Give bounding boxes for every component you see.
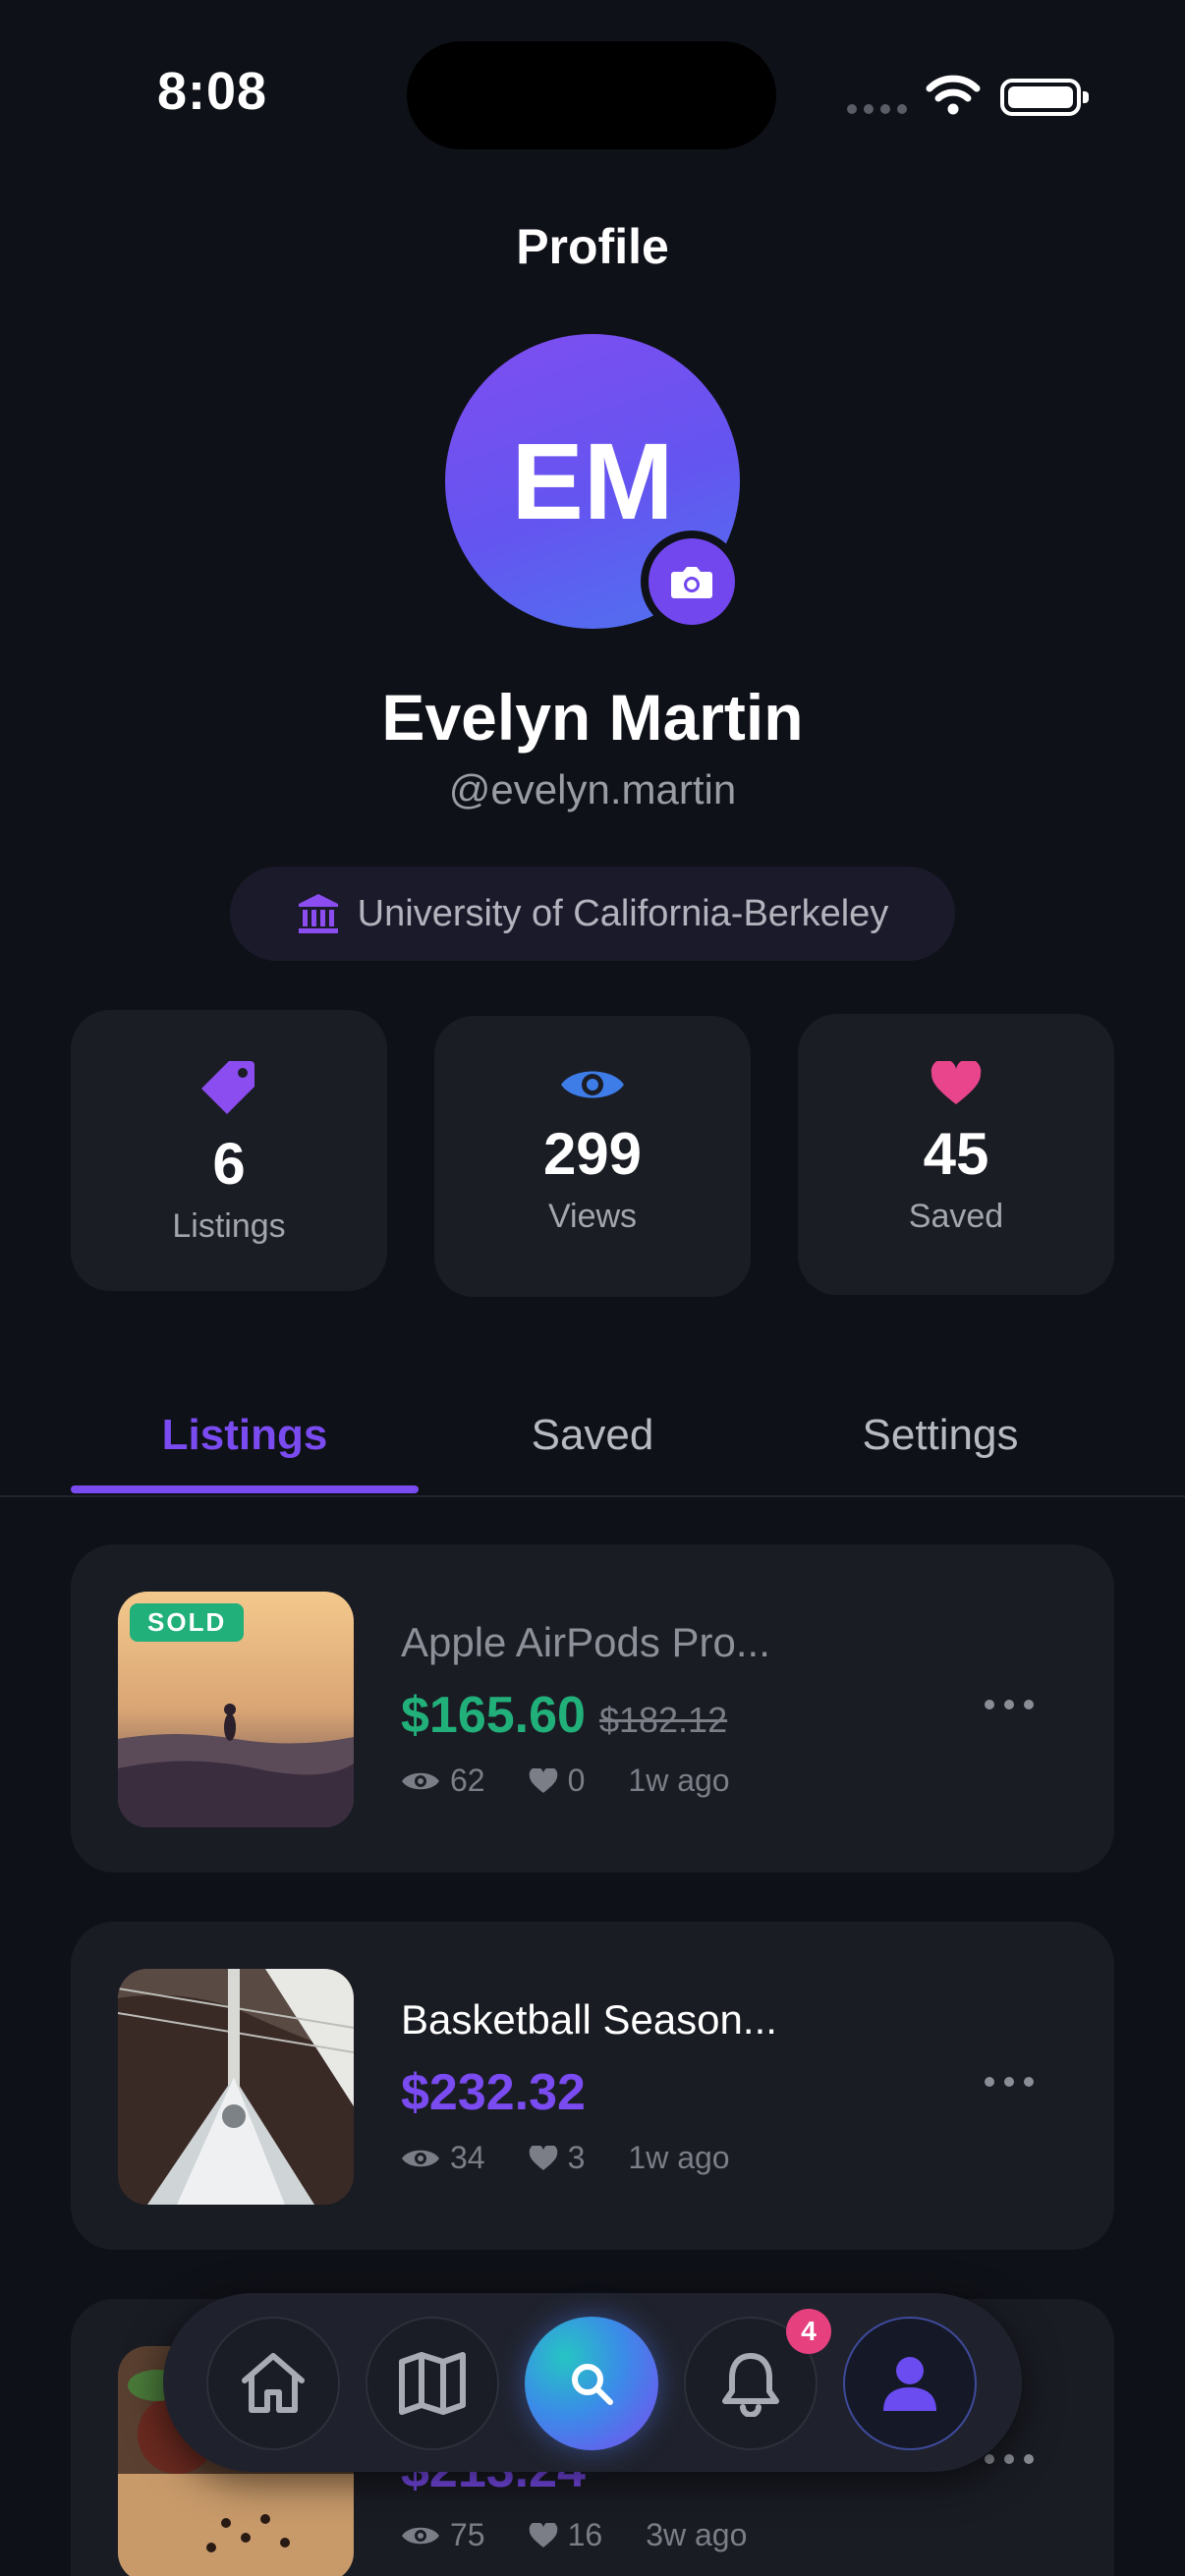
stat-card-views[interactable]: 299 Views <box>434 1016 751 1297</box>
notification-badge: 4 <box>786 2309 831 2354</box>
stat-label: Saved <box>908 1198 1004 1235</box>
stat-card-listings[interactable]: 6 Listings <box>71 1010 387 1291</box>
camera-icon <box>671 567 712 598</box>
eye-icon <box>402 1772 439 1789</box>
sold-badge: SOLD <box>130 1603 245 1642</box>
home-icon <box>242 2353 305 2413</box>
tab-saved[interactable]: Saved <box>419 1411 766 1460</box>
map-icon <box>399 2352 466 2415</box>
heart-icon <box>529 1767 557 1793</box>
page-title: Profile <box>516 219 669 274</box>
listing-card[interactable]: SOLD Apple AirPods Pro... $165.60 $182.12… <box>71 1544 1114 1873</box>
like-count: 0 <box>567 1763 586 1798</box>
dynamic-island <box>407 41 776 149</box>
listing-age: 1w ago <box>628 1763 730 1798</box>
view-count: 75 <box>450 2517 485 2552</box>
tab-listings[interactable]: Listings <box>71 1411 419 1460</box>
view-count: 62 <box>450 1763 485 1798</box>
listing-age: 1w ago <box>628 2140 730 2175</box>
tab-divider <box>0 1495 1185 1497</box>
wifi-icon <box>926 75 981 115</box>
stat-label: Listings <box>172 1207 286 1245</box>
stat-value: 45 <box>923 1121 989 1187</box>
nav-map-button[interactable] <box>366 2317 499 2450</box>
tab-settings[interactable]: Settings <box>766 1411 1114 1460</box>
listing-price-row: $165.60 $182.12 <box>401 1686 727 1745</box>
profile-handle: @evelyn.martin <box>448 766 737 812</box>
school-badge: University of California-Berkeley <box>230 867 955 961</box>
more-options-icon[interactable] <box>985 1700 1034 1709</box>
battery-icon <box>1000 79 1089 116</box>
heart-icon <box>931 1061 982 1104</box>
listing-price: $232.32 <box>401 2064 586 2121</box>
listing-price: $165.60 <box>401 1687 586 1744</box>
stat-label: Views <box>547 1198 638 1235</box>
listing-title: Apple AirPods Pro... <box>401 1619 770 1665</box>
listing-thumbnail <box>118 1969 354 2205</box>
search-icon <box>572 2364 613 2405</box>
stat-value: 299 <box>542 1121 643 1187</box>
listing-meta: 62 0 1w ago <box>401 1763 730 1799</box>
heart-icon <box>529 2145 557 2170</box>
listing-meta: 75 16 3w ago <box>401 2517 747 2553</box>
status-time: 8:08 <box>157 62 268 121</box>
eye-icon <box>402 2527 439 2544</box>
view-count: 34 <box>450 2140 485 2175</box>
active-tab-indicator <box>71 1485 419 1493</box>
listing-card[interactable]: Basketball Season... $232.32 34 3 1w ago <box>71 1922 1114 2250</box>
listing-title: Basketball Season... <box>401 1996 777 2043</box>
bell-icon <box>722 2353 779 2417</box>
university-icon <box>298 894 338 933</box>
eye-icon <box>402 2150 439 2166</box>
cellular-signal-icon <box>847 104 907 114</box>
eye-icon <box>561 1071 624 1098</box>
more-options-icon[interactable] <box>985 2454 1034 2464</box>
user-icon <box>883 2357 936 2411</box>
listing-age: 3w ago <box>646 2517 748 2552</box>
school-name: University of California-Berkeley <box>357 892 889 934</box>
listing-meta: 34 3 1w ago <box>401 2140 730 2176</box>
bottom-nav <box>163 2293 1022 2472</box>
more-options-icon[interactable] <box>985 2077 1034 2087</box>
like-count: 16 <box>567 2517 603 2552</box>
nav-home-button[interactable] <box>206 2317 340 2450</box>
listing-original-price: $182.12 <box>598 1700 728 1740</box>
like-count: 3 <box>567 2140 586 2175</box>
tag-icon <box>201 1061 254 1114</box>
stat-value: 6 <box>212 1131 246 1197</box>
listing-thumbnail: SOLD <box>118 1592 354 1827</box>
heart-icon <box>529 2522 557 2548</box>
profile-name: Evelyn Martin <box>381 681 804 754</box>
change-photo-button[interactable] <box>641 531 743 633</box>
stat-card-saved[interactable]: 45 Saved <box>798 1014 1114 1295</box>
nav-profile-button[interactable] <box>843 2317 977 2450</box>
nav-search-button[interactable] <box>525 2317 658 2450</box>
